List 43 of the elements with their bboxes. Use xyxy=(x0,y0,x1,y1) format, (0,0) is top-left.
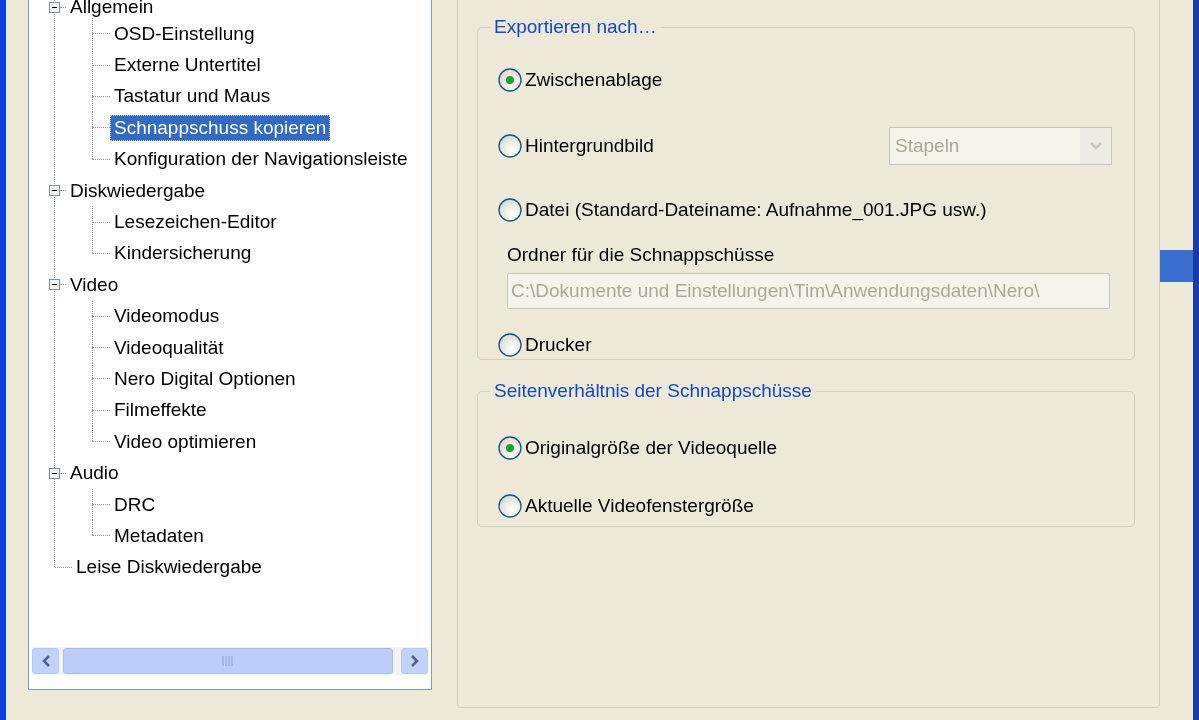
tree-item[interactable]: Schnappschuss kopieren xyxy=(110,114,331,141)
radio-label[interactable]: Hintergrundbild xyxy=(525,135,654,157)
tree-item[interactable]: Video xyxy=(66,271,123,298)
tree-item[interactable]: Videomodus xyxy=(110,303,224,330)
horizontal-scrollbar[interactable] xyxy=(32,647,428,675)
scroll-right-button[interactable] xyxy=(401,648,428,674)
radio-label[interactable]: Zwischenablage xyxy=(525,69,663,91)
tree-item[interactable]: Konfiguration der Navigationsleiste xyxy=(110,146,412,173)
tree-item[interactable]: Externe Untertitel xyxy=(110,52,265,79)
scroll-left-button[interactable] xyxy=(32,648,59,674)
chevron-right-icon xyxy=(409,655,420,667)
scrollbar-thumb[interactable] xyxy=(63,648,393,674)
radio-label[interactable]: Drucker xyxy=(525,334,592,356)
collapse-icon[interactable] xyxy=(49,185,60,197)
radio-label[interactable]: Aktuelle Videofenstergröße xyxy=(525,495,754,517)
radio-label[interactable]: Originalgröße der Videoquelle xyxy=(525,437,778,459)
tree-item[interactable]: OSD-Einstellung xyxy=(110,20,259,47)
radio-button[interactable] xyxy=(498,198,522,222)
collapse-icon[interactable] xyxy=(49,279,60,291)
tree-item[interactable]: Video optimieren xyxy=(110,428,261,455)
radio-button[interactable] xyxy=(498,436,522,460)
chevron-down-icon xyxy=(1088,141,1103,151)
radio-button[interactable] xyxy=(498,134,522,158)
chevron-left-icon xyxy=(40,655,51,667)
tree-item[interactable]: Tastatur und Maus xyxy=(110,83,275,110)
tree-item[interactable]: Leise Diskwiedergabe xyxy=(72,554,266,581)
tree-item[interactable]: Videoqualität xyxy=(110,334,228,361)
tree-item[interactable]: Diskwiedergabe xyxy=(66,177,210,204)
tree-item[interactable]: Filmeffekte xyxy=(110,397,211,424)
tree-item[interactable]: Audio xyxy=(66,460,123,487)
tree-item[interactable]: Kindersicherung xyxy=(110,240,256,267)
tree-item[interactable]: Lesezeichen-Editor xyxy=(110,209,281,236)
collapse-icon[interactable] xyxy=(49,1,60,13)
tree-item[interactable]: DRC xyxy=(110,491,160,518)
collapse-icon[interactable] xyxy=(49,467,60,479)
field-label: Ordner für die Schnappschüsse xyxy=(507,244,776,267)
tree-item[interactable]: Allgemein xyxy=(66,0,158,20)
radio-button[interactable] xyxy=(498,333,522,357)
tree-item[interactable]: Metadaten xyxy=(110,522,208,549)
tree-item[interactable]: Nero Digital Optionen xyxy=(110,366,300,392)
radio-button[interactable] xyxy=(498,494,522,518)
radio-label[interactable]: Datei (Standard-Dateiname: Aufnahme_001.JPG usw.) xyxy=(525,199,987,221)
radio-button[interactable] xyxy=(498,68,522,92)
